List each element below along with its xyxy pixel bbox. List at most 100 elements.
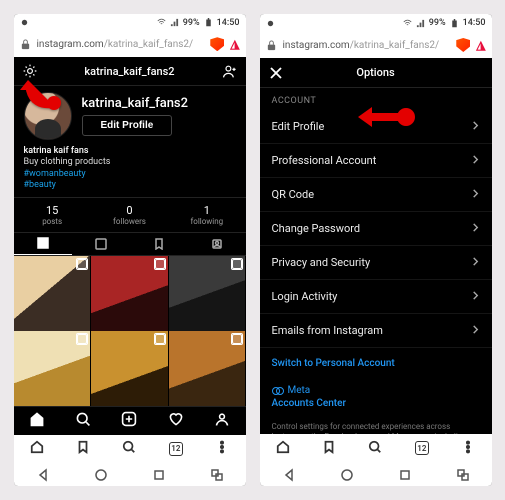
chevron-right-icon [471, 290, 480, 303]
hashtag[interactable]: #beauty [24, 180, 236, 191]
phone-right: 99% 14:50 instagram.com/katrina_kaif_fan… [260, 14, 492, 486]
chevron-right-icon [471, 188, 480, 201]
tab-tagged[interactable] [188, 233, 246, 254]
close-icon[interactable] [268, 65, 284, 81]
browser-url-bar[interactable]: instagram.com/katrina_kaif_fans2/ ◮ [14, 32, 246, 57]
avatar[interactable] [24, 92, 72, 140]
url-text: instagram.com/katrina_kaif_fans2/ [37, 39, 205, 50]
battery-percent: 99% [429, 18, 446, 28]
carousel-icon [155, 334, 165, 344]
meta-logo-icon [272, 387, 284, 395]
wifi-icon [403, 19, 412, 28]
post-thumbnail[interactable] [169, 331, 246, 406]
stat-posts[interactable]: 15 posts [14, 198, 91, 232]
discover-people-icon[interactable] [222, 63, 238, 79]
tab-grid[interactable] [14, 233, 72, 254]
bio-description: Buy clothing products [24, 157, 236, 168]
brave-logo-icon[interactable]: ◮ [230, 37, 239, 51]
option-professional-account[interactable]: Professional Account [260, 144, 492, 178]
switch-personal-link[interactable]: Switch to Personal Account [260, 348, 492, 379]
browser-menu-icon[interactable] [215, 439, 229, 458]
brave-logo-icon[interactable]: ◮ [476, 38, 485, 52]
options-list: ACCOUNT Edit Profile Professional Accoun… [260, 88, 492, 434]
notification-dot-icon [20, 18, 29, 27]
brave-shield-icon[interactable] [456, 38, 470, 52]
battery-icon [204, 18, 213, 27]
sys-screenshot[interactable] [456, 467, 470, 481]
nav-profile[interactable] [214, 411, 230, 431]
options-title: Options [356, 66, 394, 79]
browser-search-icon[interactable] [368, 439, 382, 458]
option-qr-code[interactable]: QR Code [260, 178, 492, 212]
browser-tabs-count[interactable]: 12 [169, 442, 183, 456]
instagram-bottom-nav [14, 406, 246, 435]
stat-followers[interactable]: 0 followers [91, 198, 168, 232]
tab-feed[interactable] [72, 233, 130, 254]
sys-back[interactable] [282, 467, 296, 481]
option-edit-profile[interactable]: Edit Profile [260, 110, 492, 144]
post-thumbnail[interactable] [169, 256, 246, 333]
browser-search-icon[interactable] [122, 439, 136, 458]
options-top-bar: Options [260, 58, 492, 88]
nav-create[interactable] [121, 411, 137, 431]
sys-back[interactable] [36, 467, 50, 481]
browser-home-icon[interactable] [30, 439, 44, 458]
post-thumbnail[interactable] [14, 256, 91, 333]
browser-bottom-bar: 12 [260, 434, 492, 462]
profile-bio: katrina kaif fans Buy clothing products … [14, 146, 246, 197]
tab-saved[interactable] [130, 233, 188, 254]
url-text: instagram.com/katrina_kaif_fans2/ [283, 40, 451, 51]
accounts-center-help: Control settings for connected experienc… [260, 419, 492, 434]
stat-following[interactable]: 1 following [168, 198, 245, 232]
wifi-icon [157, 18, 166, 27]
browser-home-icon[interactable] [276, 439, 290, 458]
browser-tabs-count[interactable]: 12 [415, 441, 429, 455]
option-emails[interactable]: Emails from Instagram [260, 314, 492, 348]
sys-recent[interactable] [152, 467, 166, 481]
sys-recent[interactable] [398, 467, 412, 481]
chevron-right-icon [471, 120, 480, 133]
clock: 14:50 [217, 18, 240, 28]
profile-tabstrip [14, 232, 246, 255]
topbar-username: katrina_kaif_fans2 [84, 65, 174, 78]
carousel-icon [77, 334, 87, 344]
lock-icon [20, 39, 31, 50]
edit-profile-button[interactable]: Edit Profile [82, 115, 173, 136]
clock: 14:50 [463, 18, 486, 28]
option-privacy-security[interactable]: Privacy and Security [260, 246, 492, 280]
chevron-right-icon [471, 324, 480, 337]
sys-home[interactable] [340, 467, 354, 481]
brave-shield-icon[interactable] [210, 37, 224, 51]
nav-activity[interactable] [168, 411, 184, 431]
browser-bookmark-icon[interactable] [322, 439, 336, 458]
nav-home[interactable] [29, 411, 45, 431]
phone-left: 99% 14:50 instagram.com/katrina_kaif_fan… [14, 14, 246, 486]
accounts-center-link[interactable]: Accounts Center [260, 396, 492, 419]
hashtag[interactable]: #womanbeauty [24, 169, 236, 180]
browser-bookmark-icon[interactable] [76, 439, 90, 458]
browser-menu-icon[interactable] [461, 439, 475, 458]
option-change-password[interactable]: Change Password [260, 212, 492, 246]
android-system-nav [14, 463, 246, 486]
android-status-bar: 99% 14:50 [260, 14, 492, 32]
signal-icon [416, 19, 425, 28]
lock-icon [266, 40, 277, 51]
option-login-activity[interactable]: Login Activity [260, 280, 492, 314]
nav-search[interactable] [75, 411, 91, 431]
android-system-nav [260, 462, 492, 486]
sys-screenshot[interactable] [210, 467, 224, 481]
sys-home[interactable] [94, 467, 108, 481]
post-thumbnail[interactable] [91, 256, 168, 333]
post-thumbnail[interactable] [14, 331, 91, 406]
battery-percent: 99% [183, 18, 200, 28]
profile-stats: 15 posts 0 followers 1 following [14, 197, 246, 232]
browser-url-bar[interactable]: instagram.com/katrina_kaif_fans2/ ◮ [260, 32, 492, 58]
carousel-icon [232, 334, 242, 344]
profile-header: katrina_kaif_fans2 Edit Profile [14, 86, 246, 146]
signal-icon [170, 18, 179, 27]
carousel-icon [232, 259, 242, 269]
chevron-right-icon [471, 256, 480, 269]
settings-gear-icon[interactable] [22, 63, 38, 79]
post-thumbnail[interactable] [91, 331, 168, 406]
profile-username: katrina_kaif_fans2 [82, 96, 189, 111]
